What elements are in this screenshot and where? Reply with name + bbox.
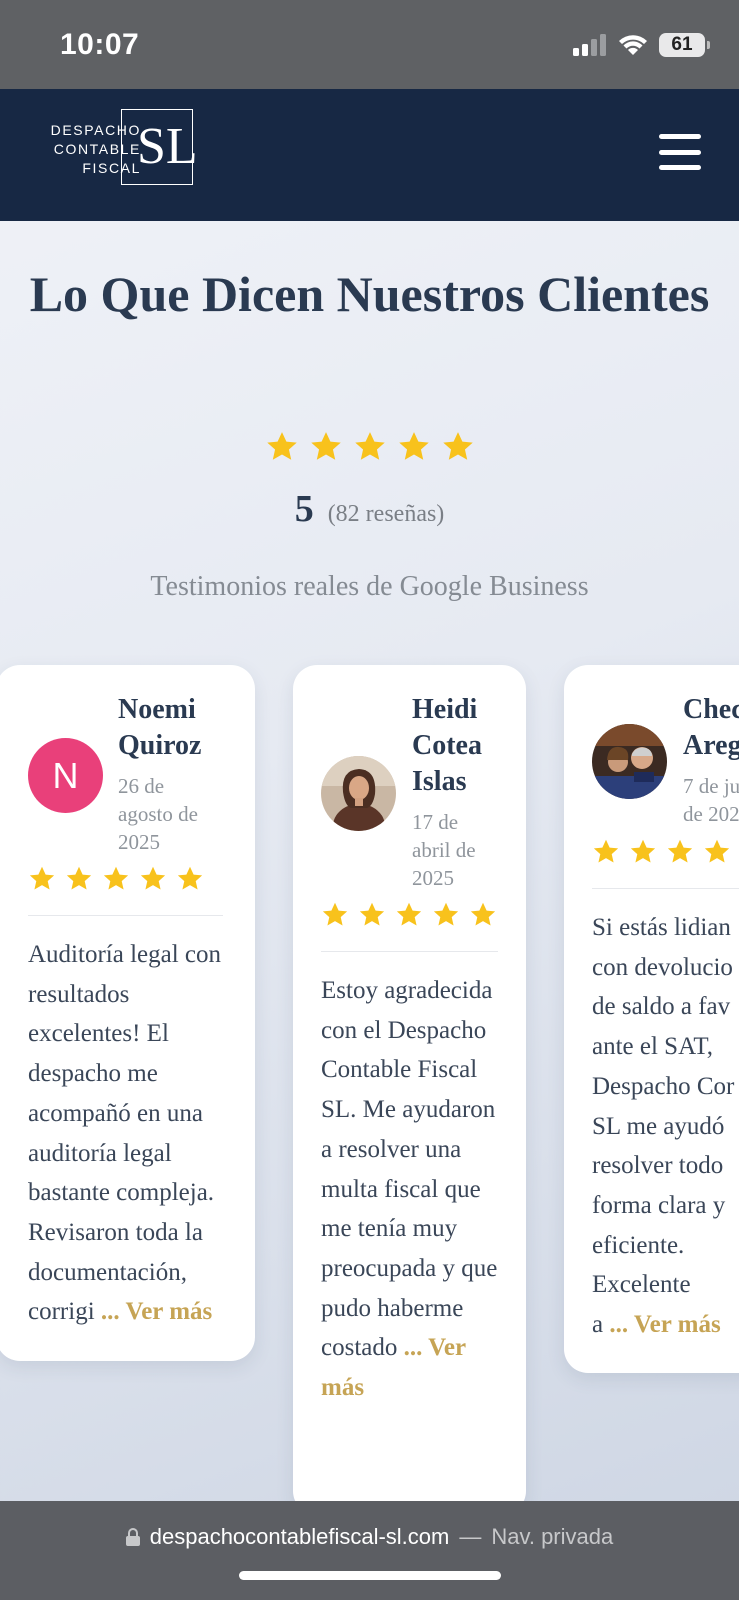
private-browsing-label: Nav. privada — [491, 1524, 614, 1549]
review-date-line: 17 de — [412, 810, 459, 834]
section-subtitle: Testimonios reales de Google Business — [150, 571, 589, 602]
star-icon — [66, 866, 92, 890]
star-icon — [630, 839, 656, 863]
review-date: 7 de ju de 202 — [683, 772, 739, 828]
review-date-line: abril de — [412, 838, 476, 862]
review-count: (82 reseñas) — [327, 501, 445, 527]
review-date-line: 2025 — [118, 830, 160, 854]
star-icon — [442, 432, 473, 460]
card-divider — [592, 888, 739, 889]
review-date-line: agosto de — [118, 802, 198, 826]
star-icon — [593, 839, 619, 863]
reviewer-name-line: Areg — [683, 730, 739, 761]
review-date-line: 2025 — [412, 866, 454, 890]
star-icon — [396, 902, 422, 926]
url-text[interactable]: despachocontablefiscal-sl.com — [150, 1524, 450, 1550]
review-date: 17 de abril de 2025 — [412, 808, 476, 892]
card-divider — [28, 915, 223, 916]
review-card: Heidi Cotea Islas 17 de abril de 2025 Es… — [293, 665, 526, 1515]
star-icon — [667, 839, 693, 863]
review-stars — [28, 865, 204, 893]
woman-photo-avatar — [321, 756, 396, 831]
avatar-initial: N — [52, 754, 79, 796]
reviewer-name-line: Cotea — [412, 730, 482, 761]
browser-address-bar[interactable]: despachocontablefiscal-sl.com — Nav. pri… — [0, 1501, 739, 1600]
review-text-body: Si estás lidian con devolucio de saldo a f… — [592, 914, 735, 1339]
review-stars — [321, 901, 497, 929]
star-icon — [433, 902, 459, 926]
cellular-signal-icon — [573, 34, 606, 56]
avatar: N — [28, 738, 103, 813]
reviewer-name-line: Islas — [412, 766, 467, 797]
star-icon — [140, 866, 166, 890]
star-icon — [470, 902, 496, 926]
reviewer-name: Chec Areg — [683, 692, 739, 764]
star-icon — [322, 902, 348, 926]
star-icon — [103, 866, 129, 890]
star-icon — [354, 432, 385, 460]
site-logo[interactable]: DESPACHO CONTABLE FISCAL SL — [45, 109, 198, 185]
battery-icon: 61 — [659, 33, 710, 57]
review-text-body: Auditoría legal con resultados excelente… — [28, 941, 221, 1326]
wifi-icon — [619, 35, 647, 55]
review-date-line: 7 de ju — [683, 774, 739, 798]
card-divider — [321, 951, 498, 952]
url-row[interactable]: despachocontablefiscal-sl.com — Nav. pri… — [0, 1524, 739, 1550]
reviewer-name: Heidi Cotea Islas — [412, 692, 482, 800]
status-time: 10:07 — [60, 28, 140, 61]
rating-value: 5 — [294, 488, 314, 530]
review-text: Estoy agradecida con el Despacho Contabl… — [321, 971, 501, 1408]
review-date-line: 26 de — [118, 774, 165, 798]
review-date-line: de 202 — [683, 802, 739, 826]
review-text-body: Estoy agradecida con el Despacho Contabl… — [321, 977, 498, 1362]
star-icon — [359, 902, 385, 926]
lock-icon — [125, 1528, 140, 1546]
reviewer-name-line: Heidi — [412, 694, 478, 725]
read-more-link[interactable]: ... Ver más — [609, 1311, 720, 1338]
review-card: Chec Areg 7 de ju de 202 Si estás lidian… — [564, 665, 739, 1373]
reviewer-name-line: Noemi — [118, 694, 196, 725]
section-title: Lo Que Dicen Nuestros Clientes — [29, 266, 710, 322]
url-separator: — — [459, 1524, 482, 1549]
logo-monogram: SL — [137, 118, 198, 175]
star-icon — [398, 432, 429, 460]
reviewer-name-line: Quiroz — [118, 730, 202, 761]
review-date: 26 de agosto de 2025 — [118, 772, 198, 856]
overall-rating: 5 (82 reseñas) — [0, 487, 739, 531]
review-stars — [592, 838, 739, 866]
review-text: Auditoría legal con resultados excelente… — [28, 935, 233, 1332]
star-icon — [29, 866, 55, 890]
star-icon — [266, 432, 297, 460]
couple-photo-avatar — [592, 724, 667, 799]
status-bar: 10:07 61 — [0, 0, 739, 89]
star-icon — [704, 839, 730, 863]
reviewer-name: Noemi Quiroz — [118, 692, 201, 764]
hamburger-menu-icon[interactable] — [659, 134, 701, 170]
site-header: DESPACHO CONTABLE FISCAL SL — [0, 89, 739, 221]
battery-level: 61 — [671, 34, 693, 55]
home-indicator[interactable] — [239, 1571, 501, 1580]
reviewer-name-line: Chec — [683, 694, 739, 725]
review-text: Si estás lidian con devolucio de saldo a f… — [592, 908, 739, 1345]
overall-rating-stars — [0, 430, 739, 464]
status-icons: 61 — [573, 33, 710, 57]
star-icon — [177, 866, 203, 890]
read-more-link[interactable]: ... Ver más — [101, 1298, 212, 1325]
star-icon — [310, 432, 341, 460]
review-card: N Noemi Quiroz 26 de agosto de 2025 Audi… — [0, 665, 255, 1361]
